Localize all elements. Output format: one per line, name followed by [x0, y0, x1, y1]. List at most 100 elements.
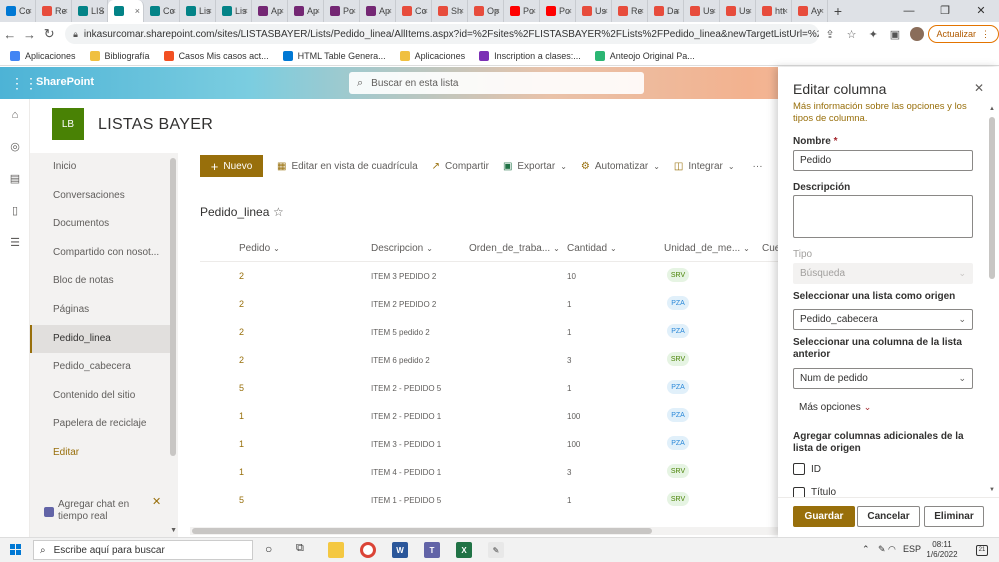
browser-tab[interactable]: Da × — [648, 0, 684, 22]
sharepoint-brand[interactable]: SharePoint — [36, 76, 94, 88]
scrollbar-thumb[interactable] — [192, 528, 652, 534]
checkbox-titulo[interactable]: Título — [793, 487, 836, 497]
teams-icon[interactable]: T — [424, 542, 440, 558]
browser-tab[interactable]: htt × — [756, 0, 792, 22]
tab-close-icon[interactable]: × — [243, 6, 248, 16]
column-header-unidad[interactable]: Unidad_de_me... ⌄ — [664, 243, 750, 254]
tab-close-icon[interactable]: × — [351, 6, 356, 16]
column-info-link[interactable]: Más información sobre las opciones y los… — [793, 101, 973, 125]
more-options-toggle[interactable]: Más opciones ⌄ — [799, 402, 871, 413]
nav-item[interactable]: Conversaciones — [30, 182, 170, 210]
tab-close-icon[interactable]: × — [495, 6, 500, 16]
nav-item[interactable]: Pedido_cabecera — [30, 353, 170, 381]
back-icon[interactable]: ← — [0, 27, 20, 42]
excel-icon[interactable]: X — [456, 542, 472, 558]
profile-avatar[interactable] — [909, 27, 924, 41]
tab-close-icon[interactable]: × — [459, 6, 464, 16]
checkbox-box[interactable] — [793, 463, 805, 475]
reload-icon[interactable]: ↻ — [39, 26, 59, 42]
scroll-down-icon[interactable]: ▼ — [170, 527, 177, 534]
cell-pedido[interactable]: 2 — [239, 271, 244, 281]
list-search-input[interactable]: ⌕ Buscar en esta lista — [349, 72, 644, 94]
favorite-star-icon[interactable]: ☆ — [273, 205, 284, 219]
nav-item[interactable]: Pedido_linea — [30, 324, 170, 353]
nav-item[interactable]: Páginas — [30, 296, 170, 324]
close-window-icon[interactable]: ✕ — [963, 0, 999, 22]
scroll-up-icon[interactable]: ▲ — [989, 106, 995, 112]
lists-icon[interactable]: ☰ — [9, 237, 21, 249]
cell-pedido[interactable]: 2 — [239, 299, 244, 309]
cell-pedido[interactable]: 1 — [239, 411, 244, 421]
browser-tab[interactable]: Ap × — [360, 0, 396, 22]
chrome-icon[interactable] — [360, 542, 376, 558]
browser-tab[interactable]: Po × — [324, 0, 360, 22]
tab-close-icon[interactable]: × — [639, 6, 644, 16]
site-title[interactable]: LISTAS BAYER — [98, 116, 213, 134]
tab-close-icon[interactable]: × — [27, 6, 32, 16]
wifi-icon[interactable]: ◠ — [888, 544, 896, 555]
column-header-cantidad[interactable]: Cantidad ⌄ — [567, 243, 617, 254]
cell-pedido[interactable]: 2 — [239, 327, 244, 337]
nav-item[interactable]: Contenido del sitio — [30, 382, 170, 410]
nav-item[interactable]: Compartido con nosot... — [30, 239, 170, 267]
new-tab-button[interactable]: + — [828, 0, 848, 22]
nav-item[interactable]: Papelera de reciclaje — [30, 410, 170, 438]
description-field[interactable] — [793, 195, 973, 238]
source-list-select[interactable]: Pedido_cabecera ⌄ — [793, 309, 973, 330]
restore-icon[interactable]: ❐ — [927, 0, 963, 22]
cell-pedido[interactable]: 5 — [239, 495, 244, 505]
files-icon[interactable]: ▯ — [9, 205, 21, 217]
tab-close-icon[interactable]: × — [603, 6, 608, 16]
browser-tab[interactable]: Re × — [36, 0, 72, 22]
globe-icon[interactable]: ◎ — [9, 141, 21, 153]
tab-close-icon[interactable]: × — [135, 6, 140, 16]
cell-pedido[interactable]: 2 — [239, 355, 244, 365]
nav-item[interactable]: Documentos — [30, 210, 170, 238]
update-browser-button[interactable]: Actualizar ⋮ — [927, 25, 999, 43]
tab-close-icon[interactable]: × — [819, 6, 824, 16]
taskbar-search-input[interactable]: ⌕ Escribe aquí para buscar — [33, 540, 253, 560]
nav-scrollbar[interactable] — [170, 158, 176, 456]
cell-pedido[interactable]: 1 — [239, 439, 244, 449]
tab-close-icon[interactable]: × — [315, 6, 320, 16]
list-row[interactable]: 5 ITEM 2 - PEDIDO 5 1 PZA — [200, 374, 778, 402]
share-page-icon[interactable]: ⇪ — [819, 28, 841, 41]
tab-close-icon[interactable]: × — [423, 6, 428, 16]
tray-chevron-up-icon[interactable]: ⌃ — [862, 544, 870, 555]
column-header-orden[interactable]: Orden_de_traba... ⌄ — [469, 243, 560, 254]
pen-workspace-icon[interactable]: ✎ — [878, 544, 886, 555]
tab-close-icon[interactable]: × — [207, 6, 212, 16]
bookmark-item[interactable]: Aplicaciones — [399, 50, 465, 61]
tab-close-icon[interactable]: × — [675, 6, 680, 16]
browser-tab[interactable]: Co × — [144, 0, 180, 22]
list-row[interactable]: 2 ITEM 5 pedido 2 1 PZA — [200, 318, 778, 346]
column-header-pedido[interactable]: Pedido ⌄ — [239, 243, 280, 254]
checkbox-box[interactable] — [793, 487, 805, 497]
browser-tab[interactable]: Po × — [504, 0, 540, 22]
list-row[interactable]: 1 ITEM 3 - PEDIDO 1 100 PZA — [200, 430, 778, 458]
cortana-icon[interactable]: ○ — [265, 542, 272, 556]
nav-item[interactable]: Editar — [30, 439, 170, 467]
site-logo[interactable]: LB — [52, 108, 84, 140]
scroll-down-icon[interactable]: ▼ — [989, 487, 995, 493]
browser-tab[interactable]: Ap × — [288, 0, 324, 22]
tab-close-icon[interactable]: × — [747, 6, 752, 16]
browser-tab[interactable]: Ap × — [252, 0, 288, 22]
browser-tab[interactable]: Sh × — [432, 0, 468, 22]
tab-close-icon[interactable]: × — [171, 6, 176, 16]
cancel-button[interactable]: Cancelar — [857, 506, 920, 527]
nav-item[interactable]: Bloc de notas — [30, 267, 170, 295]
sidebar-icon[interactable]: ▣ — [884, 28, 906, 41]
browser-tab[interactable]: Ay × — [792, 0, 828, 22]
tab-close-icon[interactable]: × — [387, 6, 392, 16]
nav-item[interactable]: Inicio — [30, 153, 170, 181]
list-row[interactable]: 2 ITEM 2 PEDIDO 2 1 PZA — [200, 290, 778, 318]
source-column-select[interactable]: Num de pedido ⌄ — [793, 368, 973, 389]
browser-tab[interactable]: Po × — [540, 0, 576, 22]
checkbox-id[interactable]: ID — [793, 463, 821, 475]
bookmark-item[interactable]: Casos Mis casos act... — [163, 50, 269, 61]
tab-close-icon[interactable]: × — [567, 6, 572, 16]
browser-tab[interactable]: Lis × — [216, 0, 252, 22]
new-item-button[interactable]: + Nuevo — [200, 155, 263, 177]
list-row[interactable]: 2 ITEM 3 PEDIDO 2 10 SRV — [200, 262, 778, 290]
